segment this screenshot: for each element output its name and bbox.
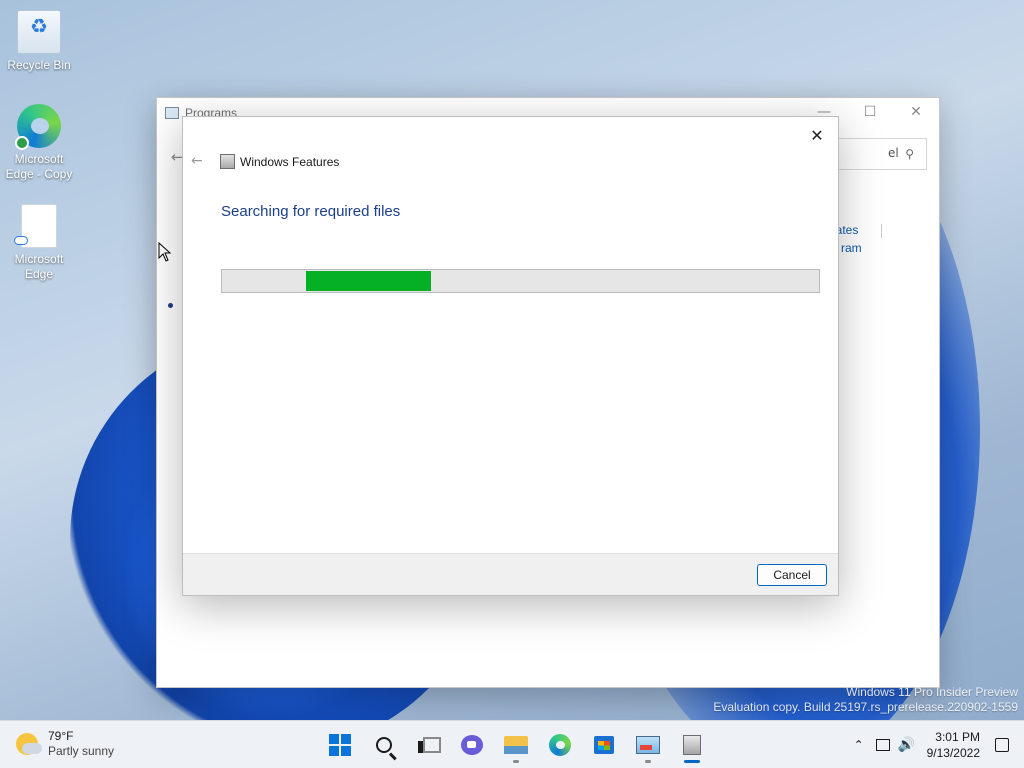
control-panel-icon <box>165 107 179 119</box>
desktop-icon-label: Microsoft Edge - Copy <box>5 152 73 181</box>
search-icon: ⚲ <box>905 147 914 161</box>
windows-features-icon <box>683 735 701 755</box>
search-icon <box>376 737 392 753</box>
dialog-title: Windows Features <box>240 155 340 169</box>
running-indicator <box>513 760 519 763</box>
taskbar-pinned-apps <box>318 727 714 763</box>
edge-icon <box>549 734 571 756</box>
edge-icon <box>15 104 61 150</box>
control-panel-icon <box>636 736 660 754</box>
search-placeholder: el <box>888 146 899 160</box>
cancel-button[interactable]: Cancel <box>757 564 827 586</box>
search-button[interactable] <box>362 727 406 763</box>
task-view-button[interactable] <box>406 727 450 763</box>
windows-features-button[interactable] <box>670 727 714 763</box>
system-tray: ⌃ 🔊 3:01 PM 9/13/2022 <box>847 721 1014 768</box>
taskbar: 79°F Partly sunny ⌃ 🔊 3:01 PM 9/13/2022 <box>0 720 1024 768</box>
program-link[interactable]: ram <box>841 241 862 255</box>
weather-condition: Partly sunny <box>48 744 115 758</box>
notification-icon <box>995 738 1009 752</box>
store-icon <box>594 736 614 754</box>
active-indicator <box>684 760 700 763</box>
desktop-icon-label: Recycle Bin <box>7 58 71 72</box>
link-separator <box>881 224 882 238</box>
notification-button[interactable] <box>990 733 1014 757</box>
clock-date: 9/13/2022 <box>926 746 980 760</box>
windows-features-icon <box>220 154 235 169</box>
back-arrow-icon[interactable]: ← <box>191 153 207 169</box>
clock-time: 3:01 PM <box>935 730 980 744</box>
start-button[interactable] <box>318 727 362 763</box>
cloud-icon <box>14 236 28 245</box>
chat-button[interactable] <box>450 727 494 763</box>
dialog-footer: Cancel <box>183 553 838 595</box>
show-hidden-icons-chevron-icon[interactable]: ⌃ <box>847 738 871 752</box>
watermark-line-1: Windows 11 Pro Insider Preview <box>846 685 1018 699</box>
weather-temperature: 79°F <box>48 729 74 743</box>
list-bullet <box>168 303 173 308</box>
desktop-icon-edge[interactable]: Microsoft Edge <box>2 204 76 282</box>
watermark-line-2: Evaluation copy. Build 25197.rs_prerelea… <box>713 700 1018 714</box>
desktop-icon-recycle-bin[interactable]: ♻ Recycle Bin <box>2 10 76 73</box>
partly-sunny-icon <box>16 733 42 755</box>
store-button[interactable] <box>582 727 626 763</box>
desktop-icon-label: Microsoft Edge <box>14 252 64 281</box>
volume-icon[interactable]: 🔊 <box>895 733 919 757</box>
folder-icon <box>504 736 528 754</box>
control-panel-button[interactable] <box>626 727 670 763</box>
dialog-close-button[interactable]: ✕ <box>802 121 832 149</box>
edge-button[interactable] <box>538 727 582 763</box>
evaluation-watermark: Windows 11 Pro Insider Preview Evaluatio… <box>713 685 1018 715</box>
close-button[interactable]: ✕ <box>893 98 939 126</box>
windows-logo-icon <box>329 734 351 756</box>
progress-bar-fill <box>305 271 431 291</box>
windows-features-dialog[interactable]: ✕ ← Windows Features Searching for requi… <box>182 116 839 596</box>
weather-widget[interactable]: 79°F Partly sunny <box>16 729 114 759</box>
file-explorer-button[interactable] <box>494 727 538 763</box>
chat-icon <box>461 735 483 755</box>
network-icon <box>875 739 890 751</box>
sync-check-icon <box>15 136 29 150</box>
network-button[interactable] <box>871 733 895 757</box>
clock[interactable]: 3:01 PM 9/13/2022 <box>927 729 980 761</box>
file-icon <box>14 204 57 248</box>
recycle-bin-icon: ♻ <box>17 10 61 54</box>
desktop-icon-edge-copy[interactable]: Microsoft Edge - Copy <box>2 104 76 182</box>
progress-bar <box>221 269 820 293</box>
running-indicator <box>645 760 651 763</box>
status-heading: Searching for required files <box>221 203 401 220</box>
task-view-icon <box>418 737 441 753</box>
maximize-button[interactable]: ☐ <box>847 98 893 126</box>
